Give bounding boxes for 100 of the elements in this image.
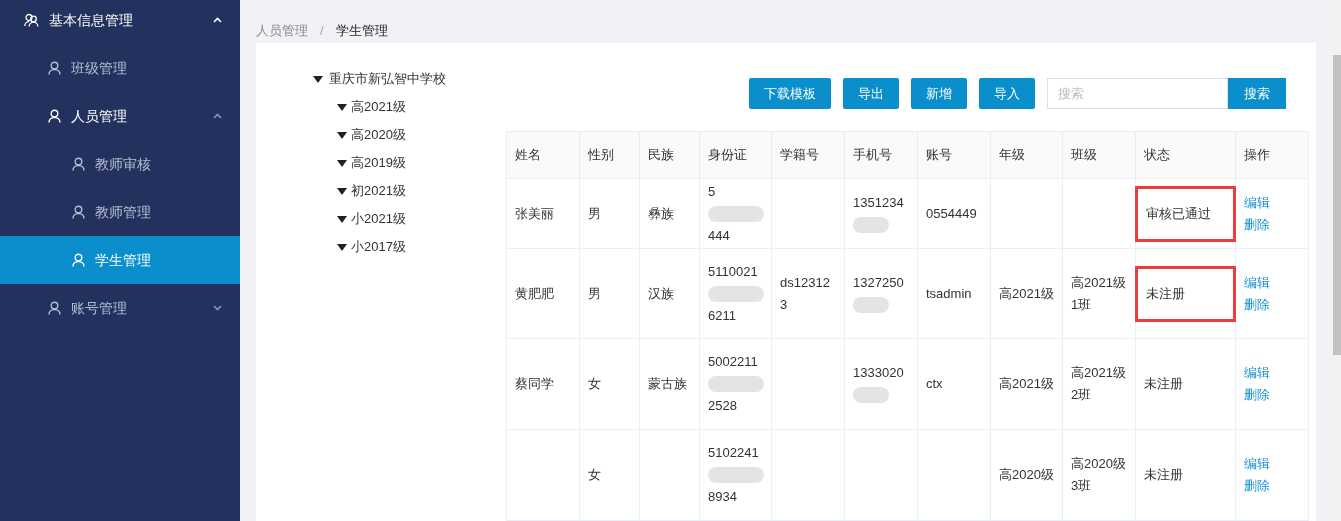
- id-number-top: 5002211: [708, 353, 759, 371]
- sidebar-item[interactable]: 教师审核: [0, 140, 240, 188]
- caret-down-icon[interactable]: [337, 159, 347, 167]
- breadcrumb-item: 学生管理: [335, 21, 388, 40]
- column-header: 性别: [579, 131, 640, 179]
- toolbar-button[interactable]: 导出: [843, 78, 899, 109]
- search-field[interactable]: 搜索: [1047, 78, 1228, 109]
- id-number-top: 5110021: [708, 262, 759, 281]
- table-cell: 高2021级2班: [1062, 338, 1136, 430]
- action-link[interactable]: 编辑: [1244, 453, 1270, 475]
- id-number-bottom: 8934: [708, 488, 738, 506]
- table-cell: 高2020级3班: [1062, 429, 1136, 521]
- chevron-up-icon: [213, 113, 222, 119]
- table-cell: 高2021级: [990, 338, 1063, 430]
- person-icon: [72, 157, 85, 171]
- scrollbar-thumb[interactable]: [1333, 55, 1341, 355]
- id-number-top: 5102241: [708, 444, 760, 462]
- person-icon: [48, 109, 61, 123]
- table-cell: 女: [579, 429, 640, 521]
- phone-number: 1333020: [853, 364, 905, 382]
- tree-node[interactable]: 高2019级: [351, 153, 406, 173]
- blurred-redaction: [708, 285, 764, 302]
- action-link[interactable]: 删除: [1244, 475, 1270, 497]
- blurred-redaction: [708, 205, 764, 222]
- sidebar-item[interactable]: 教师管理: [0, 188, 240, 236]
- blurred-redaction: [708, 376, 764, 392]
- sidebar-item[interactable]: 账号管理: [0, 284, 240, 332]
- table-cell: 汉族: [639, 248, 700, 339]
- person-icon: [72, 205, 85, 219]
- table-cell: 女: [579, 338, 640, 430]
- action-link[interactable]: 编辑: [1244, 191, 1270, 214]
- table-cell: ds123123: [771, 248, 845, 339]
- tree-node[interactable]: 初2021级: [351, 181, 406, 201]
- action-link[interactable]: 删除: [1244, 213, 1270, 236]
- table-cell: 蔡同学: [506, 338, 580, 430]
- status-text: 未注册: [1138, 268, 1233, 319]
- column-header: 身份证: [699, 131, 772, 179]
- tree-node[interactable]: 高2020级: [351, 125, 406, 145]
- column-header: 学籍号: [771, 131, 845, 179]
- sidebar-item[interactable]: 班级管理: [0, 44, 240, 92]
- table-cell: 黄肥肥: [506, 248, 580, 339]
- status-text: 未注册: [1144, 466, 1184, 484]
- blurred-redaction: [853, 387, 889, 403]
- breadcrumb-item[interactable]: 人员管理: [256, 20, 308, 41]
- table-cell: 0554449: [917, 178, 991, 249]
- table-cell: 高2021级: [990, 248, 1063, 339]
- table-cell: 高2021级1班: [1062, 248, 1136, 339]
- people-icon: [24, 13, 39, 27]
- phone-number: 1351234: [853, 193, 905, 212]
- caret-down-icon[interactable]: [337, 103, 347, 111]
- person-icon: [48, 61, 61, 75]
- search-button[interactable]: 搜索: [1228, 78, 1286, 109]
- table-cell: ctx: [917, 338, 991, 430]
- id-number-bottom: 2528: [708, 397, 738, 415]
- table-cell: tsadmin: [917, 248, 991, 339]
- status-text: 审核已通过: [1138, 188, 1233, 239]
- column-header: 姓名: [506, 131, 580, 179]
- caret-down-icon[interactable]: [337, 131, 347, 139]
- table-cell: 彝族: [639, 178, 700, 249]
- column-header: 手机号: [844, 131, 918, 179]
- action-link[interactable]: 编辑: [1244, 362, 1270, 384]
- sidebar-item[interactable]: 基本信息管理: [0, 0, 240, 44]
- action-link[interactable]: 删除: [1244, 293, 1270, 316]
- caret-down-icon[interactable]: [337, 215, 347, 223]
- sidebar-item[interactable]: 人员管理: [0, 92, 240, 140]
- action-link[interactable]: 编辑: [1244, 271, 1270, 294]
- id-number-bottom: 444: [708, 226, 731, 245]
- action-link[interactable]: 删除: [1244, 384, 1270, 406]
- table-cell: 高2020级: [990, 429, 1063, 521]
- id-number-bottom: 6211: [708, 306, 737, 325]
- table-cell: 男: [579, 178, 640, 249]
- toolbar-button[interactable]: 新增: [911, 78, 967, 109]
- caret-down-icon[interactable]: [337, 187, 347, 195]
- tree-node[interactable]: 小2021级: [351, 209, 406, 229]
- breadcrumb-separator: /: [320, 21, 324, 40]
- person-icon: [72, 253, 85, 267]
- toolbar-button[interactable]: 导入: [979, 78, 1035, 109]
- caret-down-icon[interactable]: [313, 75, 323, 83]
- phone-number: 1327250: [853, 273, 905, 292]
- caret-down-icon[interactable]: [337, 243, 347, 251]
- id-number-top: 5: [708, 182, 717, 201]
- chevron-down-icon: [213, 305, 222, 311]
- column-header: 年级: [990, 131, 1063, 179]
- column-header: 状态: [1135, 131, 1236, 179]
- toolbar-button[interactable]: 下载模板: [749, 78, 831, 109]
- status-text: 未注册: [1144, 375, 1184, 393]
- tree-node[interactable]: 高2021级: [351, 97, 406, 117]
- table-cell: 男: [579, 248, 640, 339]
- column-header: 民族: [639, 131, 700, 179]
- sidebar-item[interactable]: 学生管理: [0, 236, 240, 284]
- blurred-redaction: [708, 467, 764, 483]
- column-header: 操作: [1235, 131, 1309, 179]
- tree-node[interactable]: 重庆市新弘智中学校: [329, 69, 446, 89]
- blurred-redaction: [853, 216, 889, 233]
- table-cell: 蒙古族: [639, 338, 700, 430]
- chevron-up-icon: [213, 17, 222, 23]
- column-header: 账号: [917, 131, 991, 179]
- table-cell: 张美丽: [506, 178, 580, 249]
- blurred-redaction: [853, 296, 889, 313]
- tree-node[interactable]: 小2017级: [351, 237, 406, 257]
